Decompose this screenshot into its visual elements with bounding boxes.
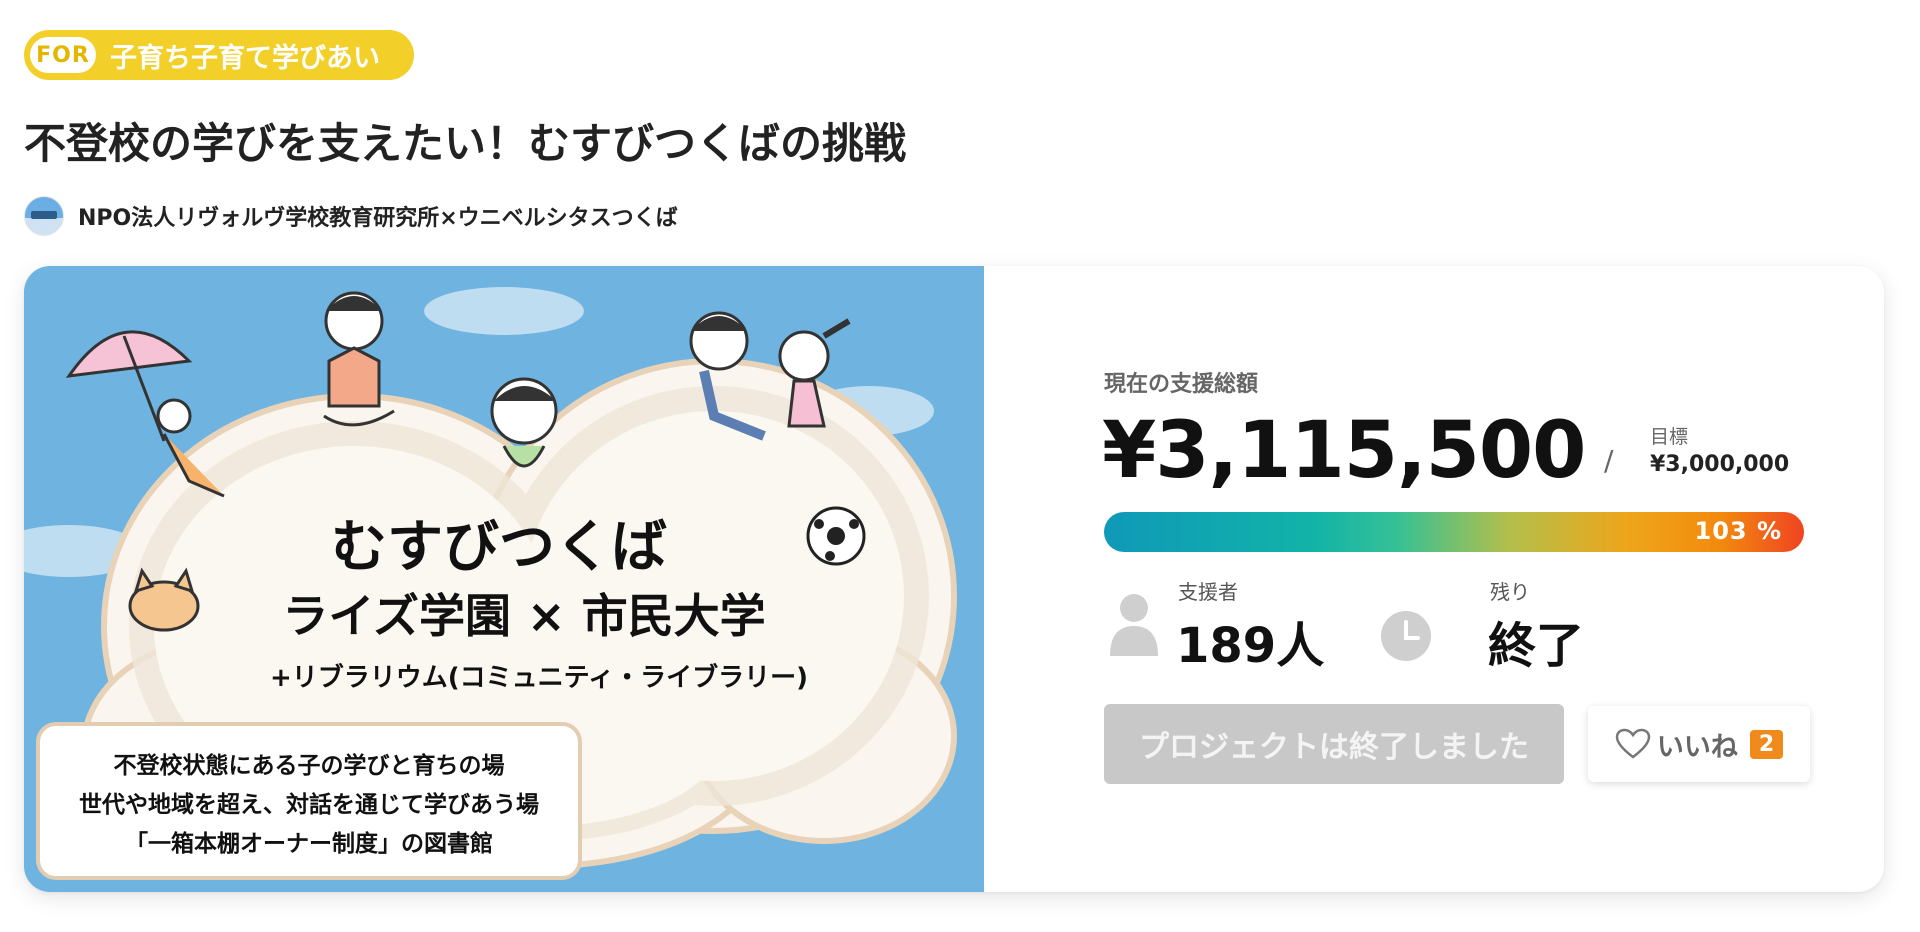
backers-label: 支援者 (1178, 580, 1238, 604)
progress-bar: 103 % (1104, 512, 1804, 552)
category-prefix: FOR (30, 37, 96, 73)
owner-name[interactable]: NPO法人リヴォルヴ学校教育研究所×ウニベルシタスつくば (78, 200, 678, 232)
like-count: 2 (1749, 729, 1784, 759)
hero-description-line-3: 「一箱本棚オーナー制度」の図書館 (125, 830, 493, 857)
progress-percent: 103 % (1694, 517, 1782, 545)
project-owner[interactable]: NPO法人リヴォルヴ学校教育研究所×ウニベルシタスつくば (24, 196, 678, 236)
hero-description-line-1: 不登校状態にある子の学びと育ちの場 (114, 752, 505, 779)
project-page: FOR 子育ち子育て学びあい 不登校の学びを支えたい！むすびつくばの挑戦 NPO… (0, 0, 1920, 932)
project-ended-button: プロジェクトは終了しました (1104, 704, 1564, 784)
hero-subhead: ライズ学園 × 市民大学 (282, 589, 765, 643)
person-icon (1110, 594, 1158, 656)
soccer-ball-illustration (806, 506, 866, 566)
hero-tagline: +リブラリウム(コミュニティ・ライブラリー) (270, 662, 808, 693)
goal-label: 目標 (1650, 426, 1689, 448)
remaining-value: 終了 (1488, 618, 1585, 674)
total-amount: ¥3,115,500 (1102, 406, 1586, 496)
project-card: むすびつくば ライズ学園 × 市民大学 +リブラリウム(コミュニティ・ライブラリ… (24, 266, 1884, 892)
category-label: 子育ち子育て学びあい (110, 42, 380, 74)
hero-headline: むすびつくば (331, 515, 667, 580)
funding-panel: 現在の支援総額 ¥3,115,500 / 目標 ¥3,000,000 103 %… (1080, 266, 1840, 892)
amount-separator: / (1604, 444, 1614, 477)
like-label: いいね (1656, 731, 1738, 763)
hero-description-line-2: 世代や地域を超え、対話を通じて学びあう場 (79, 791, 539, 818)
owner-avatar[interactable] (24, 196, 64, 236)
hero-image: むすびつくば ライズ学園 × 市民大学 +リブラリウム(コミュニティ・ライブラリ… (24, 266, 984, 892)
like-button[interactable]: いいね 2 (1588, 706, 1810, 782)
clock-icon (1381, 611, 1431, 661)
goal-amount: ¥3,000,000 (1650, 452, 1790, 477)
project-title: 不登校の学びを支えたい！むすびつくばの挑戦 (24, 119, 907, 168)
heart-icon (1615, 728, 1651, 759)
category-badge[interactable]: FOR 子育ち子育て学びあい (24, 30, 414, 80)
remaining-label: 残り (1490, 580, 1530, 604)
backers-value: 189人 (1176, 618, 1325, 674)
total-label: 現在の支援総額 (1104, 372, 1259, 397)
